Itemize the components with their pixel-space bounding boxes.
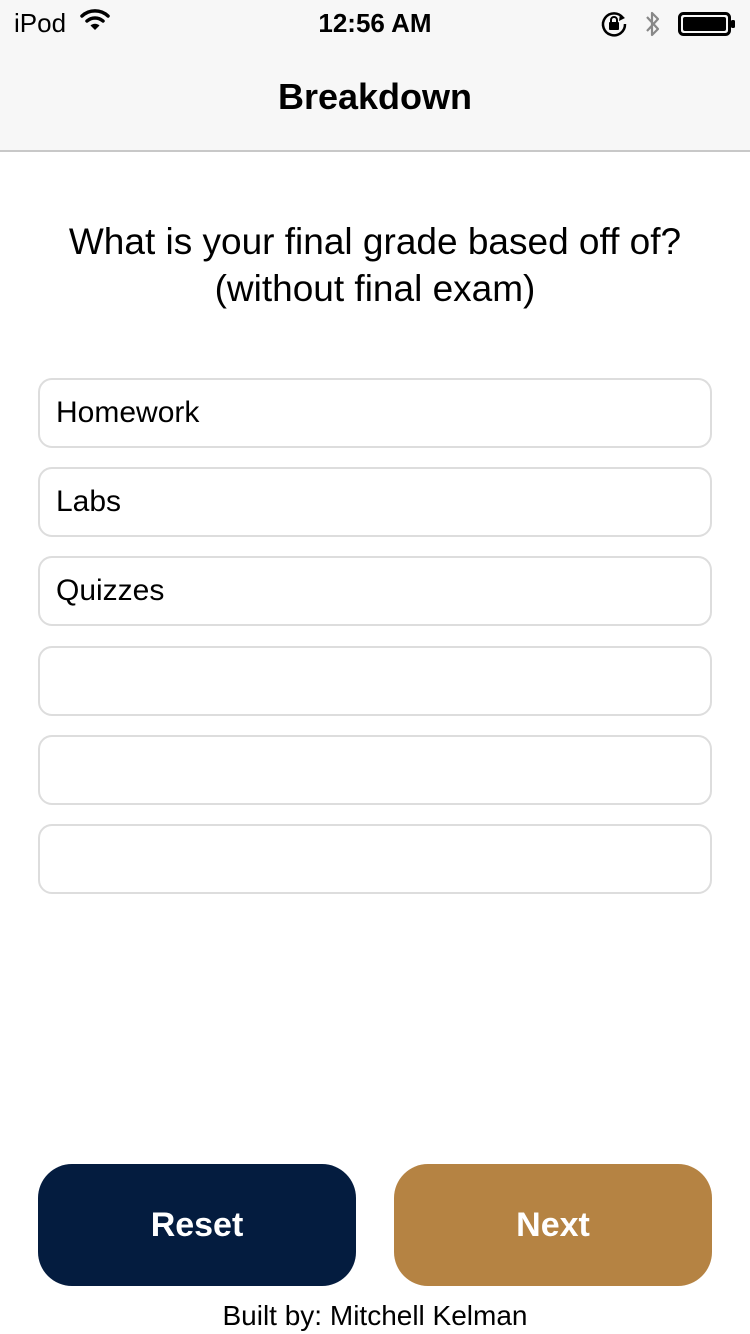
- category-field-4[interactable]: [38, 646, 712, 716]
- question-line-1: What is your final grade based off of?: [68, 221, 682, 262]
- navigation-bar: Breakdown: [0, 44, 750, 152]
- category-field-2[interactable]: [38, 467, 712, 537]
- question-line-2: (without final exam): [214, 268, 536, 309]
- category-field-1[interactable]: [38, 378, 712, 448]
- category-input-1[interactable]: [40, 380, 710, 446]
- next-button[interactable]: Next: [394, 1164, 712, 1286]
- category-input-2[interactable]: [40, 469, 710, 535]
- category-input-3[interactable]: [40, 558, 710, 624]
- category-field-6[interactable]: [38, 824, 712, 894]
- status-bar: iPod 12:56 AM: [0, 0, 750, 44]
- next-button-label: Next: [516, 1205, 590, 1244]
- rotation-lock-icon: [600, 10, 628, 43]
- category-input-4[interactable]: [40, 648, 710, 714]
- reset-button-label: Reset: [150, 1205, 244, 1244]
- category-field-3[interactable]: [38, 556, 712, 626]
- bluetooth-icon: [644, 9, 662, 44]
- question-text: What is your final grade based off of? (…: [0, 218, 750, 312]
- category-input-6[interactable]: [40, 826, 710, 892]
- page-title: Breakdown: [277, 76, 473, 117]
- reset-button[interactable]: Reset: [38, 1164, 356, 1286]
- battery-icon: [678, 12, 736, 41]
- category-input-5[interactable]: [40, 737, 710, 803]
- category-field-5[interactable]: [38, 735, 712, 805]
- footer-credit: Built by: Mitchell Kelman: [222, 1300, 528, 1331]
- status-right: [600, 9, 736, 44]
